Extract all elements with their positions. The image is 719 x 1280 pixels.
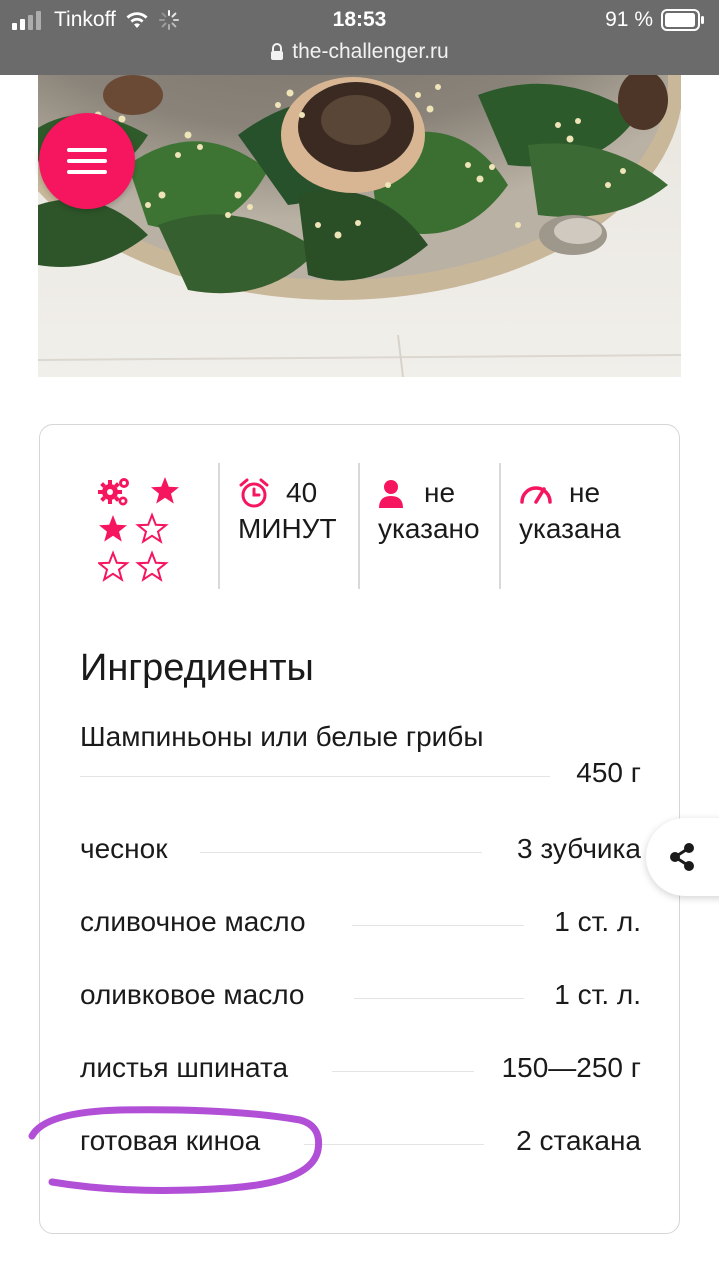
speedometer-icon (520, 486, 552, 504)
ingredient-name: сливочное масло (80, 906, 306, 938)
share-button[interactable] (646, 818, 719, 896)
ingredient-amount: 3 зубчика (517, 833, 641, 865)
star-icon-empty (135, 550, 169, 582)
ingredient-name: оливковое масло (80, 979, 305, 1011)
url-text: the-challenger.ru (292, 40, 449, 63)
ingredient-row: сливочное масло 1 ст. л. (80, 906, 641, 946)
servings: не указано (378, 463, 498, 589)
ingredient-row: листья шпината 150—250 г (80, 1052, 641, 1092)
ingredient-amount: 150—250 г (501, 1052, 641, 1084)
ingredient-row: Шампиньоны или белые грибы 450 г (80, 721, 641, 801)
star-icon-filled (151, 477, 179, 504)
ingredient-row: оливковое масло 1 ст. л. (80, 979, 641, 1019)
lock-icon (271, 43, 284, 60)
ingredient-dotted-line (80, 776, 550, 777)
ingredient-row: чеснок 3 зубчика (80, 833, 641, 873)
gears-icon (98, 478, 129, 506)
servings-line1: не (424, 477, 456, 508)
recipe-meta: 40 МИНУТ не указано не указана (40, 463, 681, 589)
calories: не указана (519, 463, 639, 589)
servings-line2: указано (378, 513, 480, 544)
ingredient-name: готовая киноа (80, 1125, 261, 1157)
status-right: 91 % (605, 8, 705, 32)
menu-button[interactable] (39, 113, 135, 209)
ingredient-name: чеснок (80, 833, 168, 865)
person-icon (379, 480, 403, 508)
star-icon-empty (135, 512, 169, 544)
calories-line1: не (569, 477, 601, 508)
address-bar[interactable]: the-challenger.ru (0, 38, 719, 66)
recipe-card: 40 МИНУТ не указано не указана Ингредиен… (39, 424, 680, 1234)
star-icon-empty (96, 550, 130, 582)
hamburger-menu-icon-bar (67, 170, 107, 174)
meta-divider (499, 463, 501, 589)
status-bar: Tinkoff 18:53 91 % the-challenger.ru (0, 0, 719, 75)
ingredient-amount: 450 г (576, 757, 641, 789)
cooking-time: 40 МИНУТ (238, 463, 358, 589)
hamburger-menu-icon-bar (67, 159, 107, 163)
difficulty-stars (96, 477, 179, 582)
meta-divider (358, 463, 360, 589)
time-unit: МИНУТ (238, 513, 337, 544)
alarm-clock-icon (239, 478, 269, 508)
ingredient-row: готовая киноа 2 стакана (80, 1125, 641, 1165)
ingredient-dotted-line (200, 852, 482, 853)
meta-divider (218, 463, 220, 589)
ingredient-dotted-line (354, 998, 524, 999)
ingredient-dotted-line (352, 925, 524, 926)
ingredient-amount: 1 ст. л. (554, 979, 641, 1011)
ingredients-title: Ингредиенты (80, 647, 314, 689)
recipe-hero-image (38, 75, 681, 377)
star-icon-filled (99, 515, 127, 542)
hamburger-menu-icon-bar (67, 148, 107, 152)
battery-icon (661, 9, 704, 31)
ingredient-amount: 2 стакана (516, 1125, 641, 1157)
dish-photo (38, 75, 681, 377)
ingredient-amount: 1 ст. л. (554, 906, 641, 938)
share-icon (670, 843, 694, 871)
difficulty-rating (96, 463, 218, 589)
ingredient-dotted-line (332, 1071, 474, 1072)
calories-line2: указана (519, 513, 621, 544)
ingredient-dotted-line (304, 1144, 484, 1145)
time-value: 40 (286, 477, 318, 508)
ingredient-name: листья шпината (80, 1052, 289, 1084)
ingredient-name: Шампиньоны или белые грибы (80, 721, 484, 753)
battery-percent: 91 % (605, 8, 653, 31)
